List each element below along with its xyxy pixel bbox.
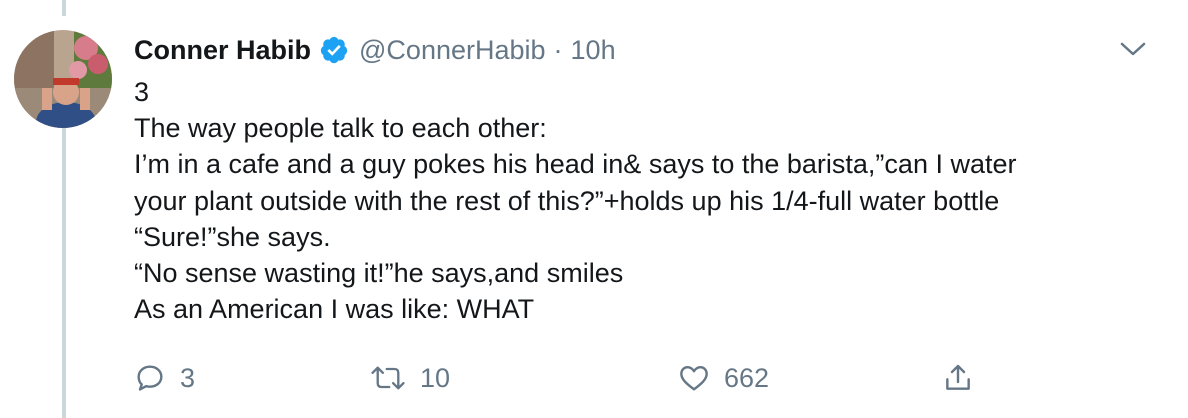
- tweet-text-line: I’m in a cafe and a guy pokes his head i…: [134, 149, 1017, 180]
- share-icon: [942, 362, 974, 394]
- like-count: 662: [724, 362, 770, 393]
- tweet-text-line: The way people talk to each other:: [134, 113, 547, 144]
- tweet-text: 3 The way people talk to each other: I’m…: [134, 74, 1174, 327]
- separator-dot: ·: [553, 34, 563, 65]
- thread-line: [62, 0, 66, 16]
- display-name[interactable]: Conner Habib: [134, 35, 311, 66]
- reply-icon: [134, 362, 166, 394]
- retweet-icon: [370, 362, 406, 394]
- retweet-count: 10: [420, 362, 451, 393]
- avatar-image: [14, 30, 112, 128]
- tweet[interactable]: Conner Habib @ConnerHabib · 10h 3 The wa…: [0, 0, 1188, 418]
- retweet-button[interactable]: 10: [370, 360, 450, 396]
- tweet-actions: 3 10 662: [134, 360, 994, 396]
- verified-badge-icon: [319, 35, 349, 65]
- timestamp[interactable]: 10h: [571, 35, 616, 66]
- heart-icon: [678, 362, 710, 394]
- tweet-text-line: As an American I was like: WHAT: [134, 294, 535, 325]
- chevron-down-icon[interactable]: [1118, 36, 1148, 62]
- tweet-text-line: 3: [134, 77, 150, 107]
- tweet-header: Conner Habib @ConnerHabib · 10h: [134, 30, 616, 70]
- share-button[interactable]: [942, 360, 974, 396]
- tweet-text-line: “No sense wasting it!”he says,and smiles: [134, 258, 624, 289]
- avatar[interactable]: [14, 30, 112, 128]
- like-button[interactable]: 662: [678, 360, 769, 396]
- user-handle[interactable]: @ConnerHabib: [359, 35, 546, 66]
- tweet-text-line: “Sure!”she says.: [134, 221, 331, 252]
- reply-button[interactable]: 3: [134, 360, 195, 396]
- tweet-text-line: your plant outside with the rest of this…: [134, 185, 1000, 216]
- reply-count: 3: [180, 362, 196, 393]
- thread-line: [62, 128, 66, 418]
